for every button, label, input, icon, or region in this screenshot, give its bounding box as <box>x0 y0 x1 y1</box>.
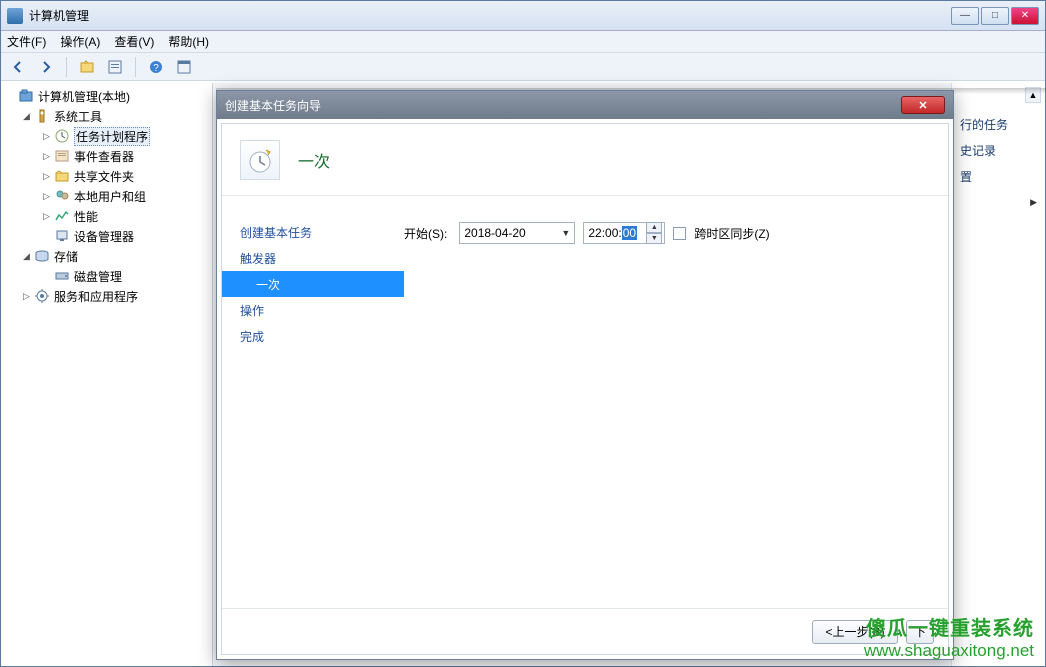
actions-pane: ▲ 行的任务 史记录 置 ▶ <box>951 83 1045 666</box>
dialog-body: 一次 创建基本任务 触发器 一次 操作 完成 开始(S): 2018-04-20… <box>221 123 949 655</box>
action-running-tasks[interactable]: 行的任务 <box>960 111 1037 137</box>
forward-button[interactable] <box>35 56 57 78</box>
sync-timezone-label: 跨时区同步(Z) <box>694 225 769 242</box>
dialog-close-button[interactable]: ✕ <box>901 96 945 114</box>
svg-text:?: ? <box>153 63 159 74</box>
tree-task-scheduler[interactable]: ▷任务计划程序 <box>1 126 212 146</box>
create-basic-task-wizard: 创建基本任务向导 ✕ 一次 创建基本任务 触发器 一次 操作 完成 开始(S): <box>216 90 954 660</box>
wizard-page: 开始(S): 2018-04-20 ▼ 22:00:00 ▲▼ 跨时区同步(Z) <box>404 197 948 606</box>
time-spinner[interactable]: ▲▼ <box>646 222 662 244</box>
tree-disk-management[interactable]: 磁盘管理 <box>1 266 212 286</box>
tree-event-viewer[interactable]: ▷事件查看器 <box>1 146 212 166</box>
watermark-line1: 傻瓜一键重装系统 <box>864 617 1034 641</box>
up-button[interactable] <box>76 56 98 78</box>
start-time-input[interactable]: 22:00:00 ▲▼ <box>583 222 665 244</box>
action-history[interactable]: 史记录 <box>960 137 1037 163</box>
dialog-header-title: 一次 <box>298 148 330 172</box>
watermark: 傻瓜一键重装系统 www.shaguaxitong.net <box>864 617 1034 661</box>
time-hhmm: 22:00: <box>588 226 621 240</box>
nav-once[interactable]: 一次 <box>222 271 404 297</box>
nav-create-basic-task[interactable]: 创建基本任务 <box>222 219 404 245</box>
time-seconds-selected: 00 <box>622 226 637 240</box>
toolbar-separator-2 <box>135 57 136 77</box>
maximize-button[interactable]: □ <box>981 7 1009 25</box>
start-datetime-row: 开始(S): 2018-04-20 ▼ 22:00:00 ▲▼ 跨时区同步(Z) <box>404 221 936 245</box>
start-date-input[interactable]: 2018-04-20 ▼ <box>459 222 575 244</box>
dialog-content: 创建基本任务 触发器 一次 操作 完成 开始(S): 2018-04-20 ▼ … <box>222 197 948 606</box>
tree-services-apps[interactable]: ▷服务和应用程序 <box>1 286 212 306</box>
action-expander[interactable]: ▶ <box>960 189 1037 215</box>
toolbar: ? <box>1 53 1045 81</box>
sync-timezone-checkbox[interactable] <box>673 227 686 240</box>
watermark-line2: www.shaguaxitong.net <box>864 641 1034 661</box>
dialog-titlebar: 创建基本任务向导 ✕ <box>217 91 953 119</box>
menu-action[interactable]: 操作(A) <box>60 33 100 50</box>
dialog-title: 创建基本任务向导 <box>225 97 901 114</box>
view-button[interactable] <box>173 56 195 78</box>
tree-device-manager[interactable]: 设备管理器 <box>1 226 212 246</box>
spin-up-icon[interactable]: ▲ <box>646 222 662 233</box>
date-dropdown-icon[interactable]: ▼ <box>561 228 570 238</box>
tree-performance[interactable]: ▷性能 <box>1 206 212 226</box>
main-titlebar: 计算机管理 — □ ✕ <box>1 1 1045 31</box>
wizard-nav: 创建基本任务 触发器 一次 操作 完成 <box>222 197 404 606</box>
toolbar-separator <box>66 57 67 77</box>
properties-button[interactable] <box>104 56 126 78</box>
tree-system-tools[interactable]: ◢系统工具 <box>1 106 212 126</box>
menu-view[interactable]: 查看(V) <box>114 33 154 50</box>
close-button[interactable]: ✕ <box>1011 7 1039 25</box>
tree-local-users[interactable]: ▷本地用户和组 <box>1 186 212 206</box>
tree-shared-folders[interactable]: ▷共享文件夹 <box>1 166 212 186</box>
window-title: 计算机管理 <box>29 7 951 24</box>
help-button[interactable]: ? <box>145 56 167 78</box>
minimize-button[interactable]: — <box>951 7 979 25</box>
spin-down-icon[interactable]: ▼ <box>646 233 662 244</box>
nav-action[interactable]: 操作 <box>222 297 404 323</box>
dialog-header: 一次 <box>222 124 948 196</box>
clock-icon <box>240 140 280 180</box>
tree-storage[interactable]: ◢存储 <box>1 246 212 266</box>
action-settings[interactable]: 置 <box>960 163 1037 189</box>
nav-finish[interactable]: 完成 <box>222 323 404 349</box>
back-button[interactable] <box>7 56 29 78</box>
nav-trigger[interactable]: 触发器 <box>222 245 404 271</box>
menu-file[interactable]: 文件(F) <box>7 33 46 50</box>
menubar: 文件(F) 操作(A) 查看(V) 帮助(H) <box>1 31 1045 53</box>
date-value: 2018-04-20 <box>464 226 525 240</box>
window-buttons: — □ ✕ <box>951 7 1039 25</box>
app-icon <box>7 8 23 24</box>
tree-root[interactable]: 计算机管理(本地) <box>1 86 212 106</box>
start-label: 开始(S): <box>404 225 447 242</box>
menu-help[interactable]: 帮助(H) <box>168 33 209 50</box>
dialog-footer: <上一步(B) 下 <box>222 608 948 654</box>
navigation-tree: 计算机管理(本地) ◢系统工具 ▷任务计划程序 ▷事件查看器 ▷共享文件夹 ▷本… <box>1 83 213 666</box>
